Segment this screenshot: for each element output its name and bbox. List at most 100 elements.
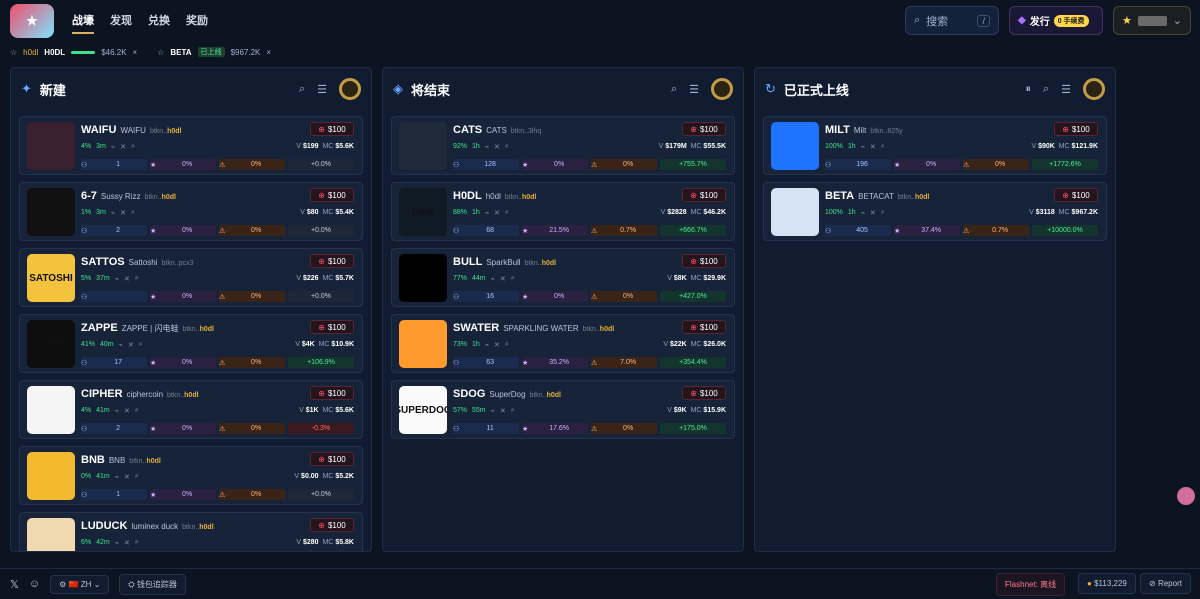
- link-icon[interactable]: ⌁: [861, 209, 865, 217]
- search-icon[interactable]: ⌕: [511, 407, 515, 415]
- token-card[interactable]: BNBBNBbtkn..h0dl$1000%41m⌁✕⌕V $0.00 MC $…: [19, 446, 363, 505]
- token-address[interactable]: btkn..825y: [870, 128, 902, 135]
- link-icon[interactable]: ⌁: [491, 275, 495, 283]
- filter-icon[interactable]: ☰: [1061, 83, 1071, 96]
- x-icon[interactable]: ✕: [870, 143, 876, 151]
- token-card[interactable]: MILTMiltbtkn..825y $100 100% 1h ⌁ ✕ ⌕ V $90K MC…: [763, 116, 1107, 175]
- logo[interactable]: ★: [10, 4, 54, 38]
- search-icon[interactable]: ⌕: [881, 209, 885, 217]
- x-icon[interactable]: ✕: [494, 143, 500, 151]
- x-icon[interactable]: ✕: [120, 143, 126, 151]
- link-icon[interactable]: ⌁: [115, 539, 119, 547]
- search-icon[interactable]: ⌕: [1043, 83, 1049, 96]
- pause-icon[interactable]: ⏸: [1025, 83, 1031, 96]
- quick-buy-button[interactable]: $100: [310, 518, 354, 532]
- user-menu[interactable]: ★ ⌄: [1113, 6, 1191, 35]
- x-icon[interactable]: ✕: [500, 407, 506, 415]
- nav-item-discover[interactable]: 发现: [110, 8, 132, 34]
- link-icon[interactable]: ⌁: [111, 143, 115, 151]
- x-icon[interactable]: ✕: [124, 473, 130, 481]
- token-address[interactable]: btkn..h0dl: [898, 194, 930, 201]
- token-card[interactable]: BETABETACATbtkn..h0dl$100100%1h⌁✕⌕V $311…: [763, 182, 1107, 241]
- link-icon[interactable]: ⌁: [491, 407, 495, 415]
- quick-buy-button[interactable]: $100: [1054, 122, 1098, 136]
- search-icon[interactable]: ⌕: [511, 275, 515, 283]
- token-address[interactable]: btkn..h0dl: [525, 260, 557, 267]
- token-card[interactable]: CIPHERciphercoinbtkn..h0dl $100 4% 41m ⌁ ✕ ⌕ V …: [19, 380, 363, 439]
- quick-buy-button[interactable]: $100: [310, 452, 354, 466]
- token-address[interactable]: btkn..h0dl: [529, 392, 561, 399]
- close-icon[interactable]: ×: [266, 48, 271, 57]
- link-icon[interactable]: ⌁: [115, 473, 119, 481]
- token-card[interactable]: CATSCATS btkn..3lhq $100 92% 1h ⌁ ✕ ⌕ V $179M MC…: [391, 116, 735, 175]
- token-card[interactable]: LUDUCKluminex duckbtkn..h0dl $100 6% 42m ⌁ ✕ ⌕…: [19, 512, 363, 551]
- search-icon[interactable]: ⌕: [505, 341, 509, 349]
- flashnet-status[interactable]: Flashnet: 离线: [996, 573, 1066, 596]
- x-icon[interactable]: ✕: [124, 539, 130, 547]
- token-card[interactable]: SATOSHI SATTOSSattoshi btkn..pcx3 $100 5% 37m…: [19, 248, 363, 307]
- token-card[interactable]: WAIFUWAIFUbtkn..h0dl$1004%3m⌁✕⌕V $199 MC…: [19, 116, 363, 175]
- preset-wheel-icon[interactable]: [1083, 78, 1105, 100]
- nav-item-rewards[interactable]: 奖励: [186, 8, 208, 34]
- close-icon[interactable]: ×: [133, 48, 138, 57]
- discord-icon[interactable]: ☺: [29, 578, 40, 590]
- link-icon[interactable]: ⌁: [115, 275, 119, 283]
- pinned-token-beta[interactable]: ☆ BETA 已上线 $967.2K ×: [157, 47, 271, 57]
- quick-buy-button[interactable]: $100: [310, 320, 354, 334]
- x-icon[interactable]: 𝕏: [10, 578, 19, 591]
- link-icon[interactable]: ⌁: [115, 407, 119, 415]
- quick-buy-button[interactable]: $100: [682, 320, 726, 334]
- filter-icon[interactable]: ☰: [689, 83, 699, 96]
- search-icon[interactable]: ⌕: [505, 143, 509, 151]
- token-card[interactable]: SUPERDOG SDOGSuperDogbtkn..h0dl $100 57% 55m…: [391, 380, 735, 439]
- token-address[interactable]: btkn..h0dl: [583, 326, 615, 333]
- issue-button[interactable]: ◆ 发行 0 手续费: [1009, 6, 1103, 35]
- token-address[interactable]: btkn..h0dl: [182, 326, 214, 333]
- nav-item-swap[interactable]: 兑换: [148, 8, 170, 34]
- x-icon[interactable]: ✕: [494, 341, 500, 349]
- report-button[interactable]: ⊘ Report: [1140, 573, 1191, 594]
- search-icon[interactable]: ⌕: [505, 209, 509, 217]
- link-icon[interactable]: ⌁: [485, 341, 489, 349]
- search-icon[interactable]: ⌕: [135, 407, 139, 415]
- search-icon[interactable]: ⌕: [299, 83, 305, 96]
- quick-buy-button[interactable]: $100: [1054, 188, 1098, 202]
- token-address[interactable]: btkn..h0dl: [150, 128, 182, 135]
- quick-buy-button[interactable]: $100: [682, 386, 726, 400]
- search-icon[interactable]: ⌕: [131, 143, 135, 151]
- search-icon[interactable]: ⌕: [135, 539, 139, 547]
- quick-buy-button[interactable]: $100: [682, 254, 726, 268]
- preset-wheel-icon[interactable]: [711, 78, 733, 100]
- search-button[interactable]: ⌕ 搜索 /: [905, 6, 999, 35]
- token-card[interactable]: ZAPPEZAPPEZAPPE | 闪电蛙btkn..h0dl$10041%40…: [19, 314, 363, 373]
- x-icon[interactable]: ✕: [124, 407, 130, 415]
- wallet-tracker-button[interactable]: ⛭ 钱包追踪器: [119, 573, 186, 595]
- token-address[interactable]: btkn..h0dl: [144, 194, 176, 201]
- x-icon[interactable]: ✕: [870, 209, 876, 217]
- filter-icon[interactable]: ☰: [317, 83, 327, 96]
- x-icon[interactable]: ✕: [494, 209, 500, 217]
- x-icon[interactable]: ✕: [128, 341, 134, 349]
- pinned-token-h0dl[interactable]: ☆ h0dl H0DL $46.2K ×: [10, 48, 137, 57]
- link-icon[interactable]: ⌁: [119, 341, 123, 349]
- quick-buy-button[interactable]: $100: [310, 122, 354, 136]
- token-card[interactable]: BULLSparkBullbtkn..h0dl$10077%44m⌁✕⌕V $8…: [391, 248, 735, 307]
- quick-buy-button[interactable]: $100: [682, 188, 726, 202]
- link-icon[interactable]: ⌁: [485, 143, 489, 151]
- x-icon[interactable]: ✕: [124, 275, 130, 283]
- link-icon[interactable]: ⌁: [485, 209, 489, 217]
- token-card[interactable]: h0dlH0DLh0dlbtkn..h0dl$10088%1h⌁✕⌕V $282…: [391, 182, 735, 241]
- x-icon[interactable]: ✕: [500, 275, 506, 283]
- x-icon[interactable]: ✕: [120, 209, 126, 217]
- token-address[interactable]: btkn..pcx3: [162, 260, 194, 267]
- search-icon[interactable]: ⌕: [135, 275, 139, 283]
- search-icon[interactable]: ⌕: [131, 209, 135, 217]
- token-address[interactable]: btkn..h0dl: [505, 194, 537, 201]
- language-selector[interactable]: ⚙ 🇨🇳 ZH ⌄: [50, 574, 110, 594]
- nav-item-trenches[interactable]: 战壕: [72, 8, 94, 34]
- search-icon[interactable]: ⌕: [135, 473, 139, 481]
- quick-buy-button[interactable]: $100: [310, 188, 354, 202]
- link-icon[interactable]: ⌁: [861, 143, 865, 151]
- token-card[interactable]: 6-7Sussy Rizzbtkn..h0dl $100 1% 3m ⌁ ✕ ⌕ V $80 …: [19, 182, 363, 241]
- quick-buy-button[interactable]: $100: [682, 122, 726, 136]
